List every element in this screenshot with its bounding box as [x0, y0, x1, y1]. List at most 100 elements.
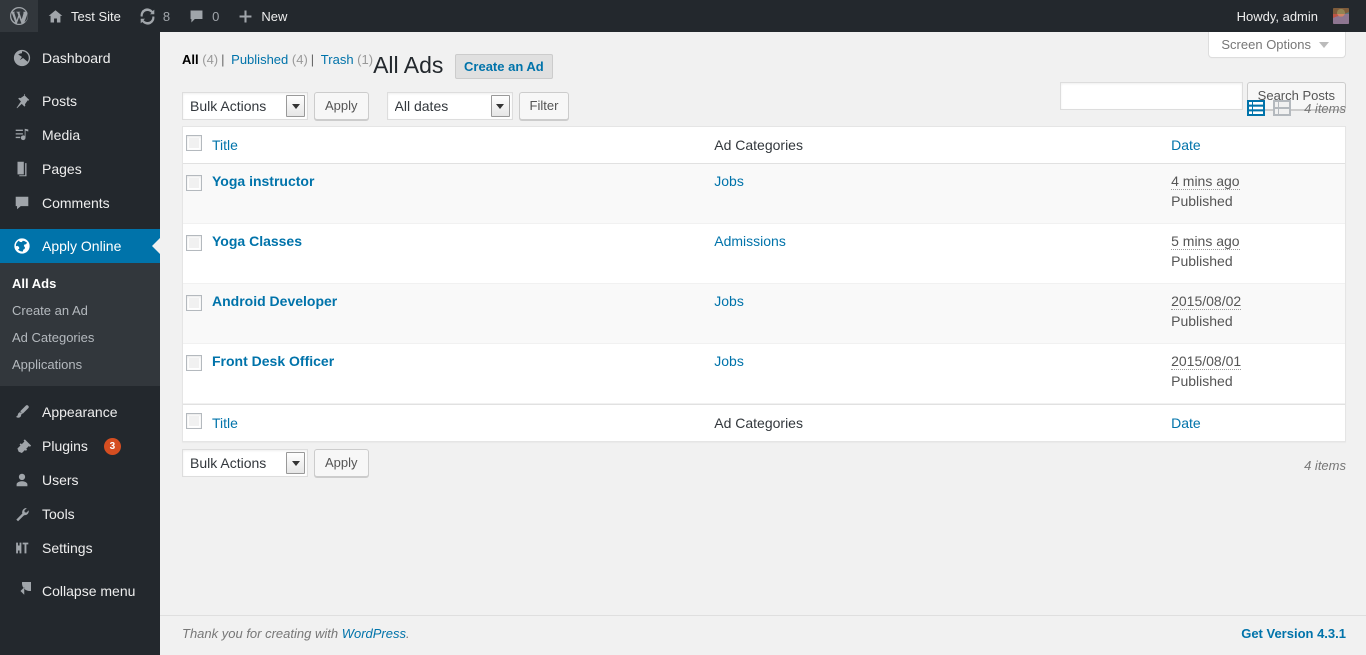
apply-button-bottom[interactable]: Apply [314, 449, 369, 478]
view-filter-all: All (4) | [182, 52, 228, 67]
select-all-checkbox-bottom[interactable] [186, 413, 202, 430]
row-date-value: 2015/08/02 [1171, 293, 1242, 311]
row-checkbox[interactable] [186, 235, 202, 252]
bulk-actions-select-bottom-wrap: Bulk Actions Edit Move to Trash [182, 449, 308, 478]
wp-logo-menu[interactable] [0, 0, 38, 32]
comments-menu[interactable]: 0 [179, 0, 228, 32]
sidebar-item-tools[interactable]: Tools [0, 497, 160, 531]
excerpt-view-icon[interactable] [1272, 98, 1292, 118]
submenu-item-all-ads[interactable]: All Ads [0, 270, 160, 297]
sidebar-item-comments[interactable]: Comments [0, 186, 160, 220]
column-footer-title[interactable]: Title [202, 404, 705, 441]
tablenav-top-actions: Bulk Actions Edit Move to Trash Apply Al… [182, 92, 570, 120]
row-category-cell: Jobs [704, 344, 1162, 405]
row-title-link[interactable]: Yoga Classes [212, 233, 302, 249]
sidebar-item-apply-online[interactable]: Apply Online [0, 229, 160, 263]
view-filter-trash-link[interactable]: Trash [321, 52, 354, 67]
collapse-icon [12, 581, 32, 601]
sidebar-item-settings[interactable]: Settings [0, 531, 160, 565]
submenu-item-create-an-ad[interactable]: Create an Ad [0, 297, 160, 324]
row-checkbox[interactable] [186, 355, 202, 372]
row-title-link[interactable]: Yoga instructor [212, 173, 314, 189]
sidebar-item-label: Apply Online [42, 238, 122, 254]
row-status-value: Published [1171, 312, 1233, 329]
row-category-link[interactable]: Admissions [714, 233, 786, 249]
view-filter-trash: Trash (1) [321, 52, 373, 67]
table-row: Front Desk Officer Jobs 2015/08/01 Publi… [183, 344, 1345, 405]
filter-button[interactable]: Filter [518, 92, 570, 120]
row-title-cell: Yoga instructor [202, 164, 705, 225]
site-name-menu[interactable]: Test Site [38, 0, 130, 32]
comment-icon [12, 193, 32, 213]
footer-thanks-suffix: . [406, 626, 410, 641]
sidebar-item-pages[interactable]: Pages [0, 152, 160, 186]
menu-separator-4 [0, 565, 160, 574]
content-area: Screen Options All Ads Create an Ad Sear… [160, 32, 1366, 655]
separator: | [221, 52, 225, 67]
updates-count: 8 [162, 8, 171, 24]
row-checkbox[interactable] [186, 175, 202, 192]
sidebar-item-appearance[interactable]: Appearance [0, 395, 160, 429]
sort-by-date-link-footer[interactable]: Date [1171, 415, 1201, 431]
submenu-item-applications[interactable]: Applications [0, 351, 160, 378]
column-footer-date[interactable]: Date [1161, 404, 1345, 441]
my-account-menu[interactable]: Howdy, admin [1228, 0, 1358, 32]
column-footer-categories: Ad Categories [704, 404, 1162, 441]
bulk-actions-select-top[interactable]: Bulk Actions Edit Move to Trash [182, 92, 308, 120]
new-content-menu[interactable]: New [228, 0, 296, 32]
view-filter-published-link[interactable]: Published [231, 52, 288, 67]
submenu-item-ad-categories[interactable]: Ad Categories [0, 324, 160, 351]
bulk-actions-select-bottom[interactable]: Bulk Actions Edit Move to Trash [182, 449, 308, 478]
row-category-cell: Admissions [704, 224, 1162, 285]
row-date-cell: 4 mins ago Published [1161, 164, 1345, 225]
sidebar-item-dashboard[interactable]: Dashboard [0, 41, 160, 75]
create-an-ad-button[interactable]: Create an Ad [455, 54, 553, 80]
row-title-link[interactable]: Front Desk Officer [212, 353, 334, 369]
row-category-link[interactable]: Jobs [714, 293, 744, 309]
sidebar-item-label: Comments [42, 195, 110, 211]
column-footer-categories-label: Ad Categories [714, 415, 803, 432]
sort-by-title-link-footer[interactable]: Title [212, 415, 238, 431]
column-header-date[interactable]: Date [1161, 127, 1345, 165]
select-all-header [183, 127, 202, 165]
view-switch [1246, 98, 1292, 118]
page-title: All Ads [373, 52, 444, 78]
view-filter-all-link[interactable]: All [182, 52, 199, 67]
row-category-link[interactable]: Jobs [714, 173, 744, 189]
apply-button-top[interactable]: Apply [314, 92, 369, 120]
admin-bar: Test Site 8 0 New Howdy, admin [0, 0, 1366, 32]
row-title-cell: Front Desk Officer [202, 344, 705, 405]
row-category-link[interactable]: Jobs [714, 353, 744, 369]
sidebar-item-label: Plugins [42, 438, 88, 454]
tablenav-bottom-right: 4 items [1298, 449, 1346, 479]
sidebar-item-collapse-menu[interactable]: Collapse menu [0, 574, 160, 608]
sidebar-item-plugins[interactable]: Plugins 3 [0, 429, 160, 463]
row-date-value: 4 mins ago [1171, 173, 1240, 191]
view-filter-published: Published (4) | [231, 52, 317, 67]
plugins-update-badge: 3 [103, 437, 121, 455]
column-header-categories-label: Ad Categories [714, 137, 803, 153]
row-date-value: 5 mins ago [1171, 233, 1240, 251]
column-header-title[interactable]: Title [202, 127, 705, 165]
menu-separator-top [0, 32, 160, 41]
date-filter-select[interactable]: All dates August 2015 [386, 92, 513, 120]
sidebar-item-media[interactable]: Media [0, 118, 160, 152]
table-header-row: Title Ad Categories Date [183, 127, 1345, 165]
wordpress-link[interactable]: WordPress [342, 626, 406, 641]
sidebar-item-users[interactable]: Users [0, 463, 160, 497]
sidebar-item-posts[interactable]: Posts [0, 84, 160, 118]
get-version-link[interactable]: Get Version 4.3.1 [1241, 626, 1346, 641]
admin-bar-right: Howdy, admin [1228, 0, 1366, 32]
sort-by-title-link[interactable]: Title [212, 137, 238, 153]
row-select-cell [183, 164, 202, 225]
footer-thanks: Thank you for creating with WordPress. [182, 626, 410, 641]
select-all-checkbox-top[interactable] [186, 135, 202, 151]
list-view-icon[interactable] [1246, 98, 1266, 118]
footer-version: Get Version 4.3.1 [1241, 626, 1346, 641]
row-title-link[interactable]: Android Developer [212, 293, 337, 309]
menu-separator-1 [0, 75, 160, 84]
updates-menu[interactable]: 8 [130, 0, 179, 32]
row-checkbox[interactable] [186, 295, 202, 312]
sort-by-date-link[interactable]: Date [1171, 137, 1201, 153]
plug-icon [12, 436, 32, 456]
